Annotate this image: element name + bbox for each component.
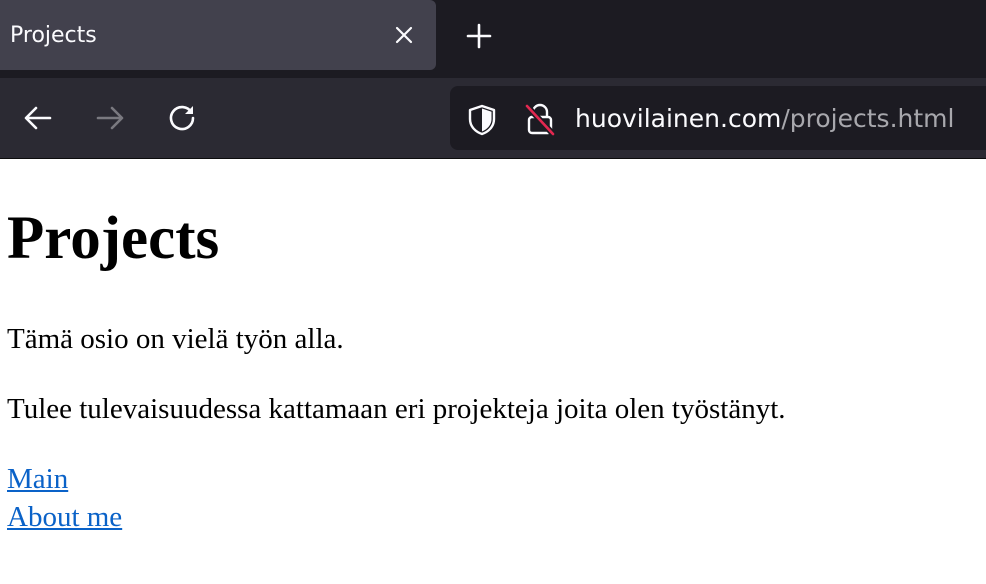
- lock-crossed-icon[interactable]: [522, 100, 558, 138]
- close-icon[interactable]: [386, 17, 422, 53]
- arrow-left-icon[interactable]: [16, 96, 60, 140]
- plus-icon[interactable]: [458, 15, 500, 57]
- navigation-toolbar: huovilainen.com/projects.html: [0, 78, 986, 159]
- shield-icon[interactable]: [464, 102, 500, 138]
- url-bar[interactable]: huovilainen.com/projects.html: [450, 86, 986, 150]
- tab-title: Projects: [10, 23, 97, 48]
- paragraph-status: Tämä osio on vielä työn alla.: [7, 323, 344, 355]
- url-path: /projects.html: [781, 104, 955, 133]
- url-domain: huovilainen.com: [575, 104, 782, 133]
- browser-window: Projects huovilainen.com/projects.html P…: [0, 0, 986, 584]
- link-about-me[interactable]: About me: [7, 499, 122, 535]
- tab-strip: Projects: [0, 0, 986, 78]
- page-title: Projects: [7, 205, 220, 272]
- tab-projects[interactable]: Projects: [0, 0, 436, 70]
- link-main[interactable]: Main: [7, 461, 68, 497]
- url-text[interactable]: huovilainen.com/projects.html: [575, 102, 954, 136]
- paragraph-description: Tulee tulevaisuudessa kattamaan eri proj…: [7, 393, 786, 425]
- arrow-right-icon[interactable]: [88, 96, 132, 140]
- page-content: Projects Tämä osio on vielä työn alla. T…: [0, 159, 986, 584]
- reload-icon[interactable]: [160, 96, 204, 140]
